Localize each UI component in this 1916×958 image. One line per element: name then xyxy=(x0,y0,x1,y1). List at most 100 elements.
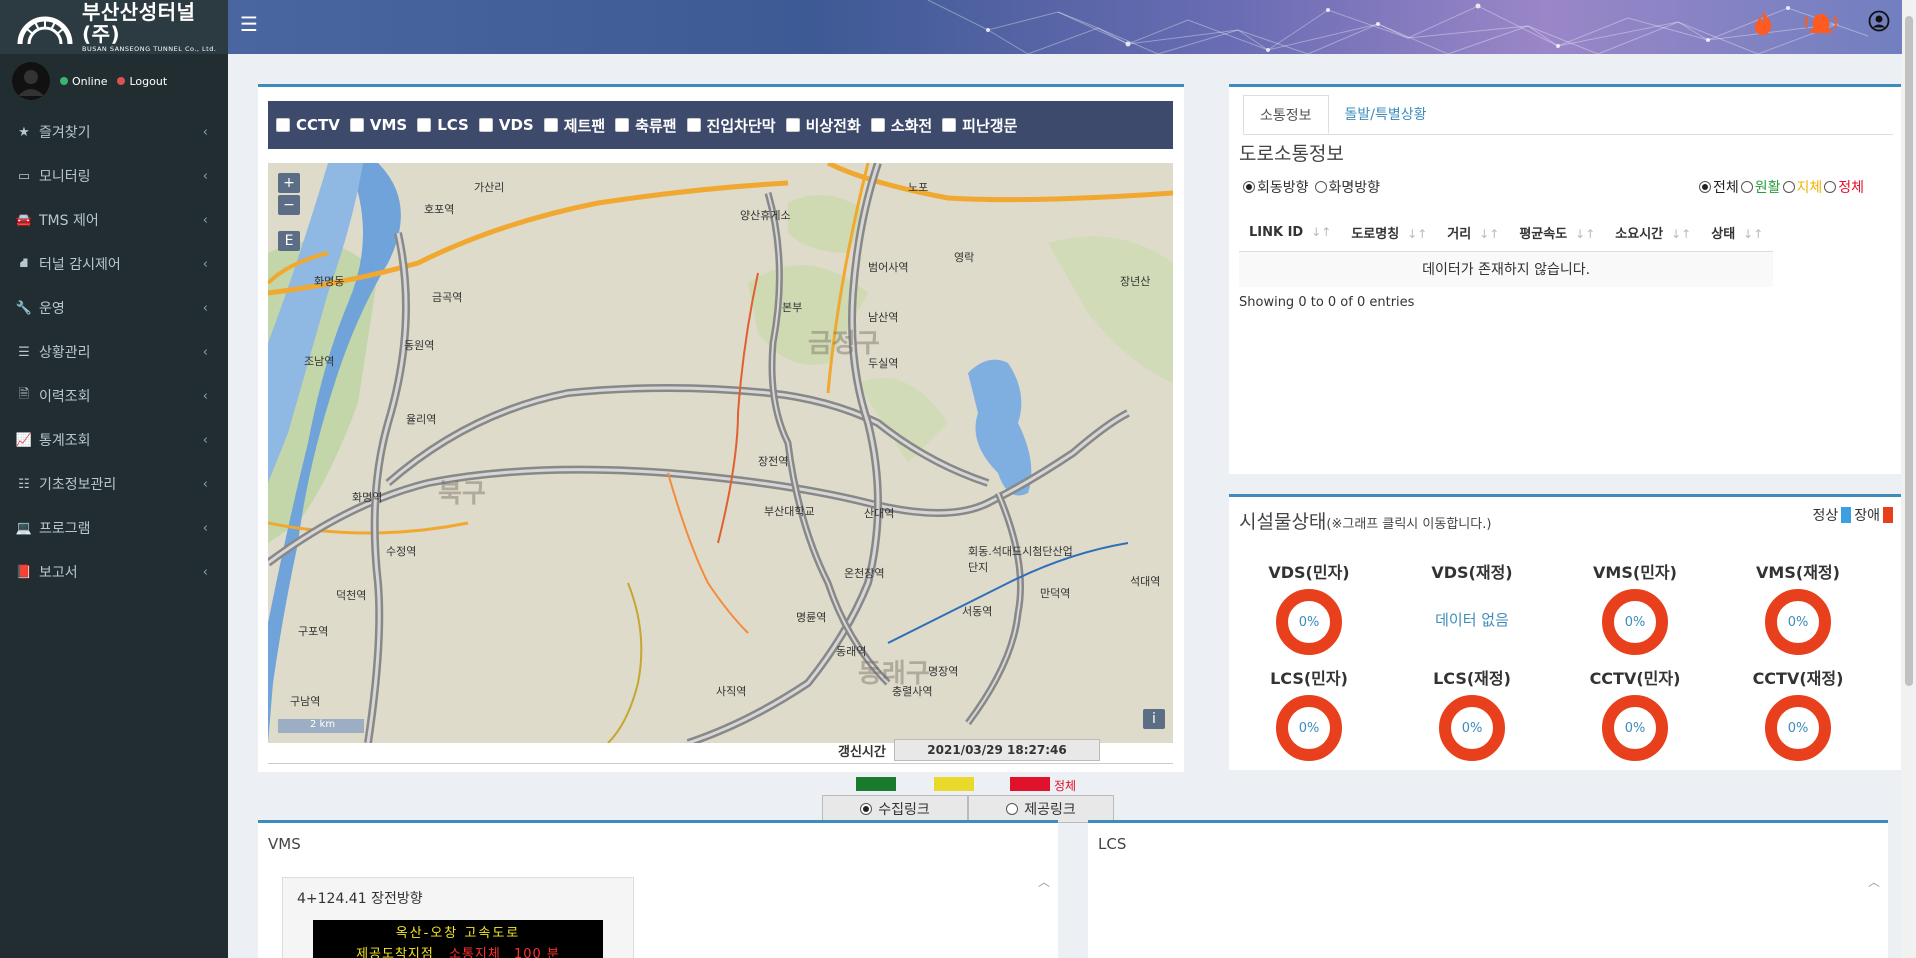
filter-checkbox-3[interactable]: LCS xyxy=(417,116,469,134)
checkbox-icon[interactable] xyxy=(478,118,493,132)
sidebar-item-6[interactable]: ☰ 상황관리 ‹ xyxy=(0,330,228,374)
facility-gauge-2[interactable]: VDS(재정) 데이터 없음 xyxy=(1407,559,1537,630)
checkbox-icon[interactable] xyxy=(785,118,800,132)
checkbox-icon[interactable] xyxy=(543,118,558,132)
sort-icon[interactable]: ↓↑ xyxy=(1743,227,1763,241)
sidebar-item-11[interactable]: 📕 보고서 ‹ xyxy=(0,550,228,594)
menu-toggle-icon[interactable]: ☰ xyxy=(240,12,258,36)
scrollbar-thumb[interactable] xyxy=(1905,16,1913,686)
page-scrollbar[interactable] xyxy=(1902,0,1916,958)
legend-delay-swatch xyxy=(934,777,974,791)
status-donut[interactable]: 0% xyxy=(1439,695,1505,761)
tab-traffic-info[interactable]: 소통정보 xyxy=(1243,95,1329,134)
siren-alarm-icon[interactable] xyxy=(1804,10,1838,40)
status-donut[interactable]: 0% xyxy=(1276,695,1342,761)
status-radio-all[interactable] xyxy=(1699,181,1711,193)
sort-icon[interactable]: ↓↑ xyxy=(1311,225,1331,239)
sidebar-item-8[interactable]: 📈 통계조회 ‹ xyxy=(0,418,228,462)
map-place-label: 만덕역 xyxy=(1040,587,1071,600)
direction-radio-2[interactable] xyxy=(1314,181,1327,193)
status-donut[interactable]: 0% xyxy=(1765,695,1831,761)
zoom-out-button[interactable]: − xyxy=(278,195,300,215)
logo[interactable]: 부산산성터널(주) BUSAN SANSEONG TUNNEL Co., Ltd… xyxy=(0,0,228,54)
filter-checkbox-1[interactable]: CCTV xyxy=(276,116,340,134)
sidebar-item-5[interactable]: 🔧 운영 ‹ xyxy=(0,286,228,330)
column-label: 소요시간 xyxy=(1615,227,1664,243)
sidebar-item-7[interactable]: 🗎 이력조회 ‹ xyxy=(0,374,228,418)
sort-icon[interactable]: ↓↑ xyxy=(1671,227,1691,241)
star-icon: ★ xyxy=(18,124,30,140)
sidebar-item-4[interactable]: ⛘ 터널 감시제어 ‹ xyxy=(0,242,228,286)
status-donut[interactable]: 0% xyxy=(1602,695,1668,761)
filter-checkbox-7[interactable]: 진입차단막 xyxy=(686,115,776,136)
status-donut[interactable]: 0% xyxy=(1602,589,1668,655)
logout-label[interactable]: Logout xyxy=(129,75,167,88)
map-canvas[interactable] xyxy=(268,163,1173,743)
logout-link[interactable]: Logout xyxy=(117,75,167,88)
zoom-in-button[interactable]: + xyxy=(278,173,300,193)
checkbox-icon[interactable] xyxy=(942,118,957,132)
checkbox-icon[interactable] xyxy=(870,118,885,132)
direction-radio-1[interactable] xyxy=(1243,181,1255,193)
sort-icon[interactable]: ↓↑ xyxy=(1575,227,1595,241)
scroll-up-icon[interactable]: ︿ xyxy=(1038,873,1050,890)
fire-alarm-icon[interactable] xyxy=(1752,10,1774,42)
vms-line-1: 옥산-오창 고속도로 xyxy=(395,926,521,941)
facility-gauge-8[interactable]: CCTV(재정) 0% xyxy=(1733,665,1863,761)
scroll-up-icon[interactable]: ︿ xyxy=(1868,873,1880,890)
facility-gauge-4[interactable]: VMS(재정) 0% xyxy=(1733,559,1863,655)
filter-checkbox-6[interactable]: 축류팬 xyxy=(615,115,677,136)
column-header-6[interactable]: 상태 ↓↑ xyxy=(1701,215,1774,252)
checkbox-icon[interactable] xyxy=(276,118,290,132)
sidebar-item-10[interactable]: 💻 프로그램 ‹ xyxy=(0,506,228,550)
facility-gauge-1[interactable]: VDS(민자) 0% xyxy=(1244,559,1374,655)
filter-checkbox-2[interactable]: VMS xyxy=(349,116,407,134)
map-place-label: 구남역 xyxy=(290,695,321,708)
checkbox-icon[interactable] xyxy=(349,118,364,132)
map-extent-button[interactable]: E xyxy=(278,231,300,251)
column-header-1[interactable]: LINK ID ↓↑ xyxy=(1239,215,1342,252)
tab-incident[interactable]: 돌발/특별상황 xyxy=(1329,95,1443,134)
column-header-3[interactable]: 거리 ↓↑ xyxy=(1437,215,1510,252)
sidebar-item-1[interactable]: ★ 즐겨찾기 ‹ xyxy=(0,110,228,154)
avatar[interactable] xyxy=(12,62,50,100)
provide-link-radio[interactable]: 제공링크 xyxy=(968,795,1114,823)
column-header-2[interactable]: 도로명칭 ↓↑ xyxy=(1341,215,1438,252)
facility-gauge-6[interactable]: LCS(재정) 0% xyxy=(1407,665,1537,761)
column-header-4[interactable]: 평균속도 ↓↑ xyxy=(1509,215,1606,252)
map-place-label: 충렬사역 xyxy=(892,685,933,698)
filter-label: 제트팬 xyxy=(563,116,606,135)
checkbox-icon[interactable] xyxy=(417,118,432,132)
filter-checkbox-9[interactable]: 소화전 xyxy=(870,115,932,136)
facility-gauge-5[interactable]: LCS(민자) 0% xyxy=(1244,665,1374,761)
map-place-label: 명륜역 xyxy=(796,611,827,624)
user-profile-icon[interactable] xyxy=(1868,10,1890,38)
status-radio-smooth[interactable] xyxy=(1740,181,1753,193)
vms-line-2: 제공도착지점 소통지체 100 분 xyxy=(313,943,603,958)
status-donut[interactable]: 0% xyxy=(1765,589,1831,655)
map-info-button[interactable]: i xyxy=(1143,709,1165,729)
sidebar-item-2[interactable]: ▭ 모니터링 ‹ xyxy=(0,154,228,198)
status-donut[interactable]: 0% xyxy=(1276,589,1342,655)
radio-selected-icon[interactable] xyxy=(860,803,873,815)
sidebar-item-3[interactable]: 🚘 TMS 제어 ‹ xyxy=(0,198,228,242)
sidebar-item-9[interactable]: ☷ 기초정보관리 ‹ xyxy=(0,462,228,506)
sort-icon[interactable]: ↓↑ xyxy=(1407,227,1427,241)
collect-link-radio[interactable]: 수집링크 xyxy=(822,795,968,823)
facility-gauge-3[interactable]: VMS(민자) 0% xyxy=(1570,559,1700,655)
vms-card[interactable]: 4+124.41 장전방향 옥산-오창 고속도로 제공도착지점 소통지체 100… xyxy=(282,877,634,958)
filter-checkbox-4[interactable]: VDS xyxy=(478,116,534,134)
radio-unselected-icon[interactable] xyxy=(1006,803,1019,815)
filter-checkbox-8[interactable]: 비상전화 xyxy=(785,115,861,136)
status-radio-delay[interactable] xyxy=(1782,181,1795,193)
column-label: 도로명칭 xyxy=(1351,227,1400,243)
sort-icon[interactable]: ↓↑ xyxy=(1479,227,1499,241)
filter-checkbox-10[interactable]: 피난갱문 xyxy=(942,115,1017,136)
facility-gauge-7[interactable]: CCTV(민자) 0% xyxy=(1570,665,1700,761)
status-radio-congestion[interactable] xyxy=(1824,181,1837,193)
traffic-map[interactable]: + − E i 2 km 금정구 북구 동래구 가산리 호포역 양산휴게소 노포… xyxy=(268,163,1173,743)
filter-checkbox-5[interactable]: 제트팬 xyxy=(543,115,606,136)
checkbox-icon[interactable] xyxy=(686,118,701,132)
checkbox-icon[interactable] xyxy=(615,118,630,132)
column-header-5[interactable]: 소요시간 ↓↑ xyxy=(1605,215,1702,252)
